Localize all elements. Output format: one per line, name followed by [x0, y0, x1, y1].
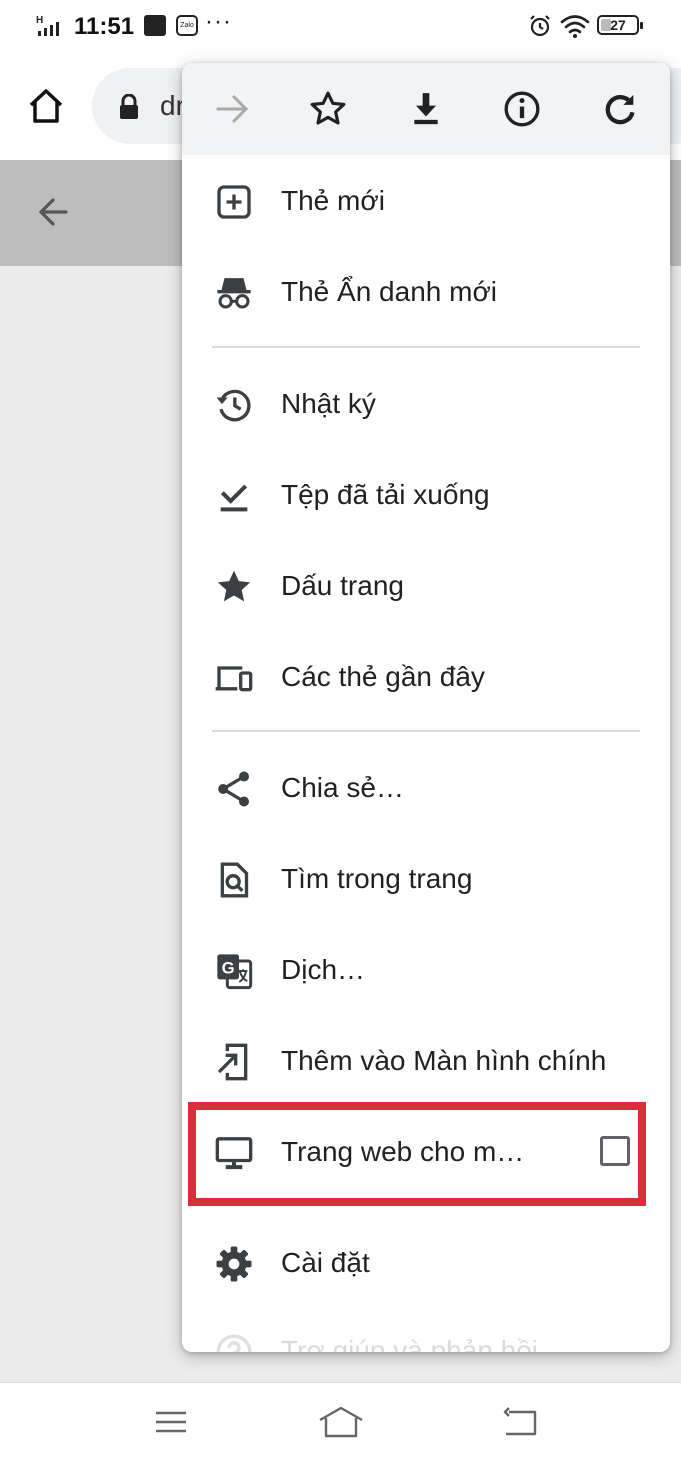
- system-nav-bar: [0, 1382, 681, 1461]
- menu-item-downloads[interactable]: Tệp đã tải xuống: [182, 450, 670, 540]
- history-icon: [214, 385, 254, 425]
- battery-icon: 27: [597, 15, 643, 35]
- downloads-icon: [214, 476, 254, 516]
- add-to-home-icon: [214, 1042, 254, 1082]
- menu-item-label: Cài đặt: [281, 1247, 370, 1278]
- menu-item-label: Thẻ Ẩn danh mới: [281, 276, 498, 307]
- home-icon[interactable]: [26, 86, 66, 131]
- menu-item-label: Nhật ký: [281, 388, 376, 419]
- menu-item-label: Trợ giúp và phản hồi: [281, 1335, 539, 1352]
- menu-item-settings[interactable]: Cài đặt: [182, 1218, 670, 1308]
- menu-item-label: Thêm vào Màn hình chính: [281, 1045, 607, 1076]
- bookmarks-icon: [214, 567, 254, 607]
- menu-item-recent-tabs[interactable]: Các thẻ gần đây: [182, 632, 670, 722]
- wifi-icon: [560, 13, 590, 44]
- settings-icon: [214, 1244, 254, 1284]
- menu-icon-row: [182, 63, 670, 155]
- network-type: H: [36, 15, 43, 26]
- back-arrow-icon[interactable]: [36, 194, 72, 235]
- highlight-box: [188, 1102, 646, 1206]
- alarm-icon: [528, 14, 552, 43]
- battery-level: 27: [610, 17, 626, 33]
- menu-item-help-feedback[interactable]: Trợ giúp và phản hồi: [182, 1306, 670, 1352]
- help-icon: [214, 1332, 254, 1352]
- menu-item-bookmarks[interactable]: Dấu trang: [182, 541, 670, 631]
- more-notifications-icon: ···: [205, 8, 232, 35]
- menu-item-label: Dịch…: [281, 954, 366, 985]
- download-icon[interactable]: [406, 89, 446, 129]
- translate-icon: G: [214, 951, 254, 991]
- zalo-icon: Zalo: [176, 15, 198, 36]
- incognito-icon: [214, 273, 254, 313]
- menu-item-label: Dấu trang: [281, 570, 404, 601]
- forward-icon[interactable]: [212, 89, 252, 129]
- menu-divider: [212, 730, 640, 732]
- menu-item-label: Thẻ mới: [281, 185, 385, 216]
- recents-menu-icon[interactable]: [154, 1405, 188, 1444]
- signal-icon: H: [36, 14, 68, 43]
- menu-item-find-in-page[interactable]: Tìm trong trang: [182, 834, 670, 924]
- find-in-page-icon: [214, 860, 254, 900]
- reload-icon[interactable]: [600, 89, 640, 129]
- menu-item-label: Tệp đã tải xuống: [281, 479, 490, 510]
- menu-item-new-incognito-tab[interactable]: Thẻ Ẩn danh mới: [182, 247, 670, 337]
- menu-item-add-to-home-screen[interactable]: Thêm vào Màn hình chính: [182, 1016, 670, 1106]
- menu-item-new-tab[interactable]: Thẻ mới: [182, 156, 670, 246]
- svg-text:G: G: [222, 959, 235, 978]
- bookmark-star-icon[interactable]: [308, 89, 348, 129]
- lock-icon: [118, 93, 140, 125]
- status-bar: H 11:51 Zalo ··· 27: [0, 0, 681, 56]
- menu-item-label: Các thẻ gần đây: [281, 661, 485, 692]
- menu-item-translate[interactable]: G Dịch…: [182, 925, 670, 1015]
- menu-item-label: Tìm trong trang: [281, 863, 473, 894]
- info-icon[interactable]: [502, 89, 542, 129]
- shopping-bag-icon: [144, 15, 166, 36]
- menu-item-share[interactable]: Chia sẻ…: [182, 743, 670, 833]
- share-icon: [214, 769, 254, 809]
- new-tab-icon: [214, 182, 254, 222]
- home-nav-icon[interactable]: [318, 1405, 364, 1444]
- menu-divider: [212, 346, 640, 348]
- menu-item-history[interactable]: Nhật ký: [182, 359, 670, 449]
- menu-item-label: Chia sẻ…: [281, 772, 404, 803]
- status-time: 11:51: [74, 13, 135, 40]
- back-nav-icon[interactable]: [502, 1405, 538, 1444]
- recent-tabs-icon: [214, 658, 254, 698]
